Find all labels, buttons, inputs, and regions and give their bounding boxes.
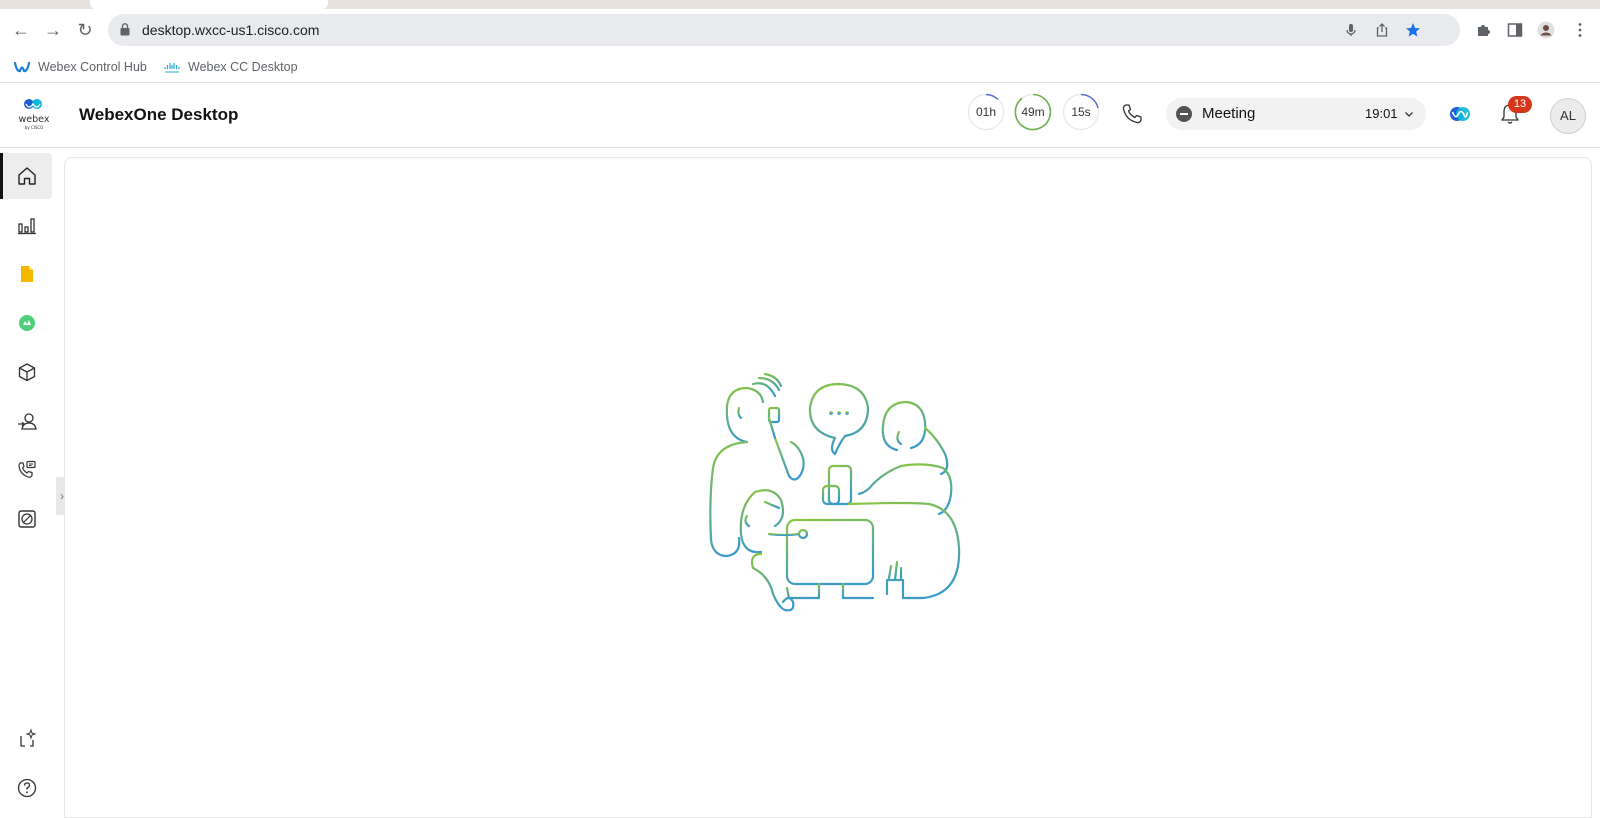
main-content-panel xyxy=(64,157,1592,818)
phone-icon[interactable] xyxy=(1120,102,1144,126)
extensions-icon[interactable] xyxy=(1474,21,1492,39)
phone-card-icon xyxy=(18,460,36,478)
green-circle-icon xyxy=(19,315,35,331)
sidebar-item-feedback[interactable] xyxy=(2,716,52,762)
app-header: webex by CISCO WebexOne Desktop 01h 49m … xyxy=(0,84,1600,148)
bookmark-webex-control-hub[interactable]: Webex Control Hub xyxy=(14,58,147,76)
sidebar-nav xyxy=(0,149,56,818)
home-icon xyxy=(18,167,36,185)
bookmark-webex-cc-desktop[interactable]: Webex CC Desktop xyxy=(164,58,298,76)
reload-icon[interactable]: ↻ xyxy=(74,19,96,41)
empty-state-illustration xyxy=(709,372,961,612)
timer-hours: 01h xyxy=(967,93,1005,131)
chevron-down-icon xyxy=(1405,112,1413,117)
cisco-icon xyxy=(164,63,180,73)
svg-text:webex: webex xyxy=(19,114,50,125)
sidebar-item-green-app[interactable] xyxy=(2,300,52,346)
timer-minutes: 49m xyxy=(1014,93,1052,131)
help-icon xyxy=(17,778,37,798)
square-circle-icon xyxy=(18,510,36,528)
bar-chart-icon xyxy=(18,218,36,235)
webex-icon xyxy=(14,61,30,73)
timer-hours-text: 01h xyxy=(975,105,997,119)
timer-seconds: 15s xyxy=(1062,93,1100,131)
sparkle-bracket-icon xyxy=(20,728,37,747)
share-icon[interactable] xyxy=(1373,21,1391,39)
timer-minutes-text: 49m xyxy=(1021,105,1045,119)
profile-icon[interactable] xyxy=(1537,21,1555,39)
forward-icon[interactable]: → xyxy=(42,19,64,41)
webex-logo: webex by CISCO xyxy=(19,99,50,130)
side-panel-icon[interactable] xyxy=(1506,21,1524,39)
cube-icon xyxy=(18,363,36,382)
browser-tab-strip xyxy=(0,0,1600,9)
microphone-icon[interactable] xyxy=(1342,21,1360,39)
sidebar-item-call-notes[interactable] xyxy=(2,447,52,493)
sidebar-item-contacts[interactable] xyxy=(2,398,52,444)
lock-icon xyxy=(120,23,130,36)
url-text: desktop.wxcc-us1.cisco.com xyxy=(142,22,320,38)
agent-state-label: Meeting xyxy=(1202,105,1256,122)
timer-seconds-text: 15s xyxy=(1071,105,1091,119)
back-icon[interactable]: ← xyxy=(10,19,32,41)
user-transfer-icon xyxy=(18,413,37,430)
bookmark-label: Webex CC Desktop xyxy=(188,60,298,74)
bookmark-label: Webex Control Hub xyxy=(38,60,147,74)
user-avatar[interactable]: AL xyxy=(1550,98,1586,134)
browser-toolbar: ← → ↻ desktop.wxcc-us1.cisco.com xyxy=(0,9,1600,51)
svg-text:by CISCO: by CISCO xyxy=(25,125,44,130)
document-icon xyxy=(21,266,33,282)
webex-app-icon[interactable] xyxy=(1448,102,1472,126)
agent-state-timer: 19:01 xyxy=(1365,106,1398,121)
sidebar-item-analytics[interactable] xyxy=(2,202,52,248)
sidebar-item-widget[interactable] xyxy=(2,496,52,542)
bookmark-star-icon[interactable] xyxy=(1404,21,1422,39)
sidebar-item-documents[interactable] xyxy=(2,251,52,297)
agent-state-dropdown[interactable]: Meeting 19:01 xyxy=(1166,98,1426,130)
browser-menu-icon[interactable] xyxy=(1571,21,1589,39)
sidebar-item-help[interactable] xyxy=(2,765,52,811)
state-busy-icon xyxy=(1176,106,1192,122)
sidebar-item-home[interactable] xyxy=(0,153,52,199)
browser-active-tab[interactable] xyxy=(90,0,328,9)
address-bar[interactable]: desktop.wxcc-us1.cisco.com xyxy=(108,14,1460,46)
sidebar-item-package[interactable] xyxy=(2,349,52,395)
app-title: WebexOne Desktop xyxy=(79,105,239,124)
bookmarks-bar: Webex Control Hub Webex CC Desktop xyxy=(0,51,1600,83)
notification-count-badge: 13 xyxy=(1508,96,1532,113)
